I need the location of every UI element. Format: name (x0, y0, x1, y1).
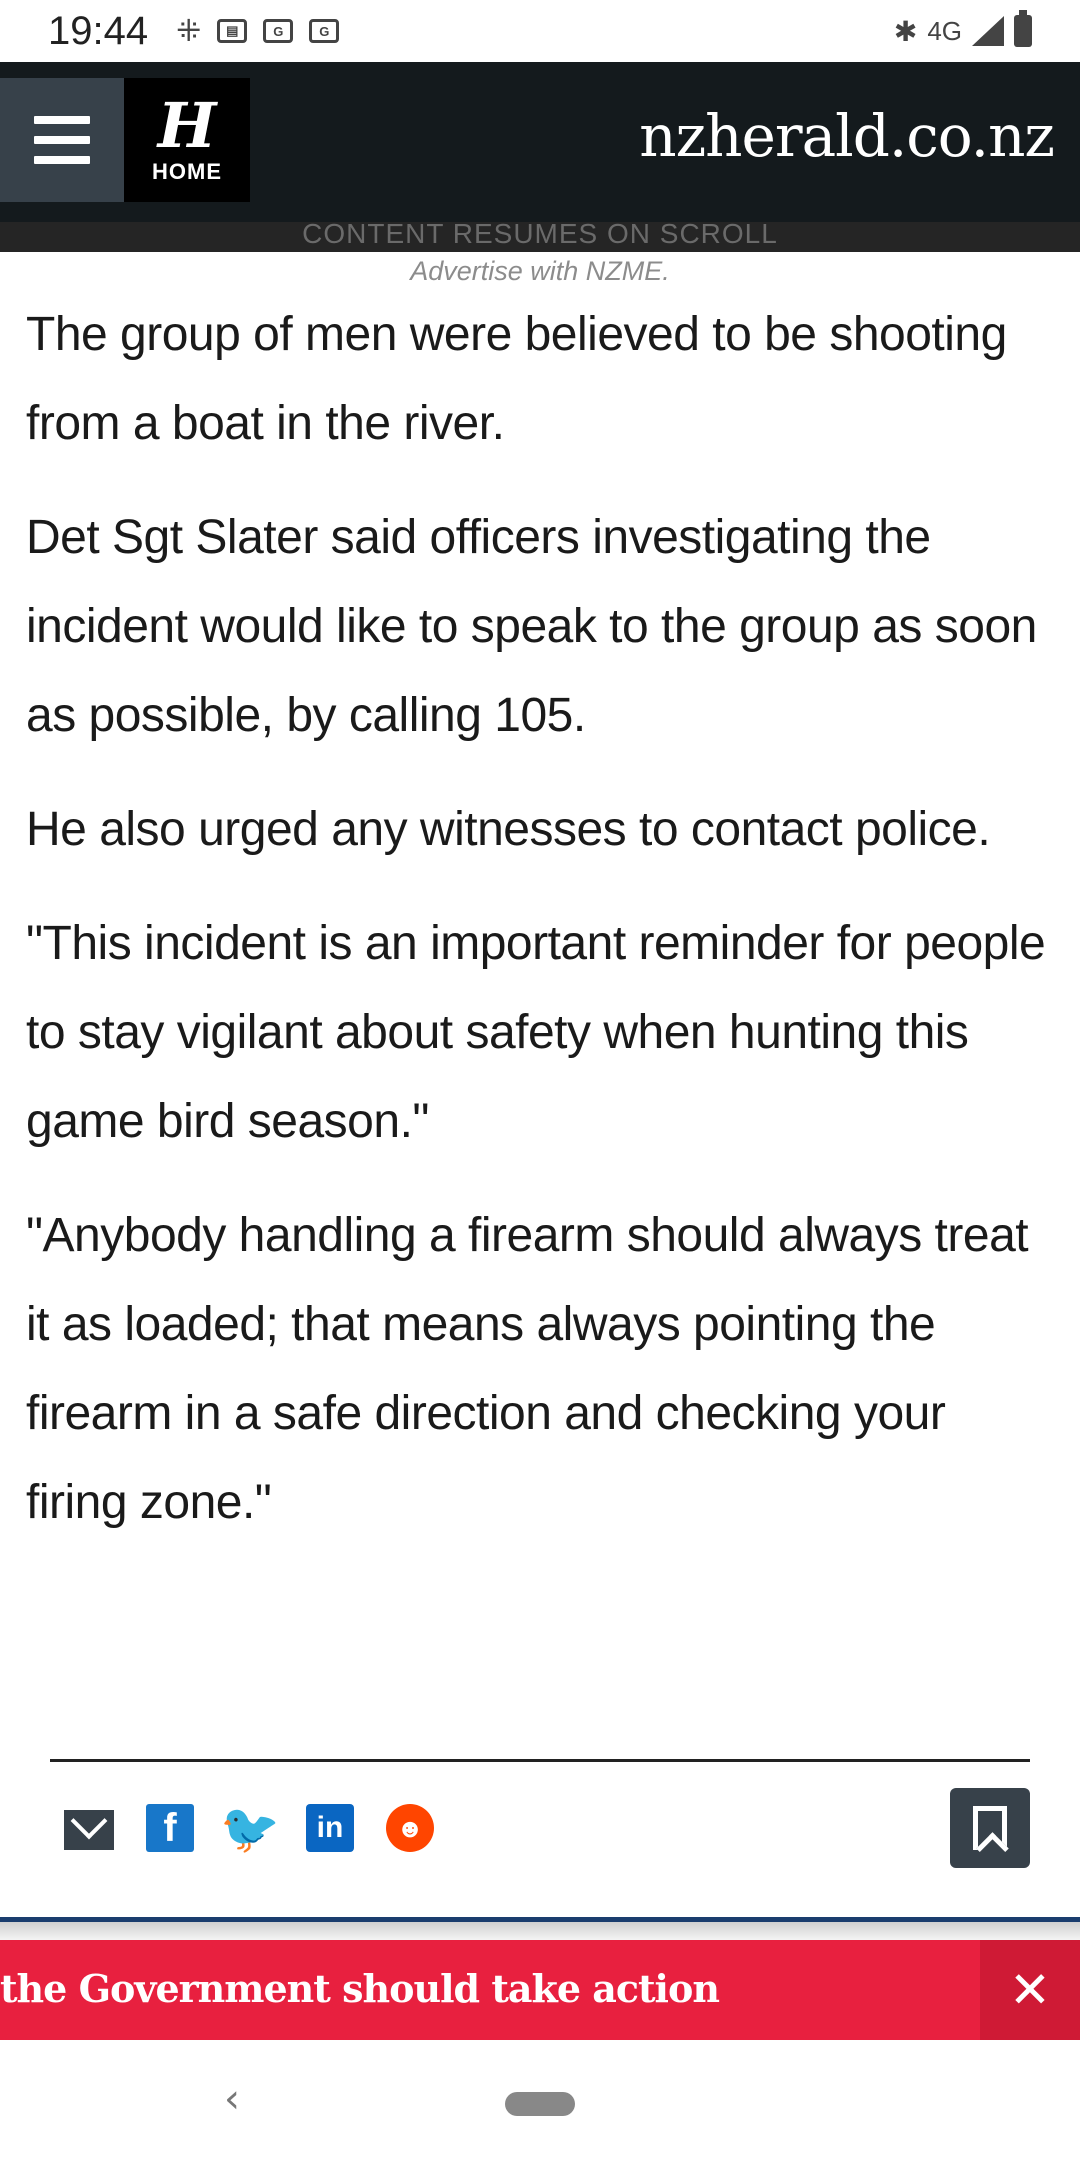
back-icon[interactable]: ‹ (224, 2076, 240, 2122)
hamburger-icon (34, 116, 90, 124)
status-right: ✱ 4G (893, 10, 1032, 48)
banner-text[interactable]: the Government should take action (0, 1966, 720, 2011)
article-paragraph: "This incident is an important reminder … (26, 917, 1046, 1148)
article-body: The group of men were believed to be sho… (26, 290, 1056, 1572)
site-header: H HOME nzherald.co.nz (0, 62, 1080, 222)
article-paragraph: Det Sgt Slater said officers investigati… (26, 511, 1037, 742)
article-paragraph: The group of men were believed to be sho… (26, 308, 1007, 450)
breaking-news-banner[interactable]: the Government should take action ✕ (0, 1940, 1080, 2040)
bookmark-icon (973, 1806, 1007, 1850)
site-name[interactable]: nzherald.co.nz (639, 102, 1055, 170)
battery-icon (1014, 10, 1032, 47)
bookmark-button[interactable] (950, 1788, 1030, 1868)
status-bar: 19:44 ⁜ ▤ G G ✱ 4G (0, 0, 1080, 62)
article-paragraph: "Anybody handling a firearm should alway… (26, 1209, 1029, 1529)
slack-icon: ⁜ (176, 13, 202, 49)
google-news-icon: G (263, 19, 294, 43)
email-icon[interactable] (64, 1810, 114, 1850)
article-paragraph: He also urged any witnesses to contact p… (26, 803, 991, 856)
herald-logo-icon: H (157, 89, 217, 162)
divider-shadow (0, 1922, 1080, 1940)
signal-icon (972, 16, 1004, 46)
hamburger-icon (34, 156, 90, 164)
facebook-icon[interactable]: f (146, 1804, 194, 1852)
share-bar: f 🐦 in ☻ (64, 1800, 1024, 1856)
share-divider (50, 1759, 1030, 1762)
home-label: HOME (152, 159, 222, 184)
advertise-link[interactable]: Advertise with NZME. (0, 256, 1080, 287)
reddit-icon[interactable]: ☻ (386, 1804, 434, 1852)
google-news-icon: G (309, 19, 340, 43)
status-time: 19:44 (48, 8, 149, 53)
ad-strip-text: CONTENT RESUMES ON SCROLL (302, 222, 778, 249)
banner-close-button[interactable]: ✕ (980, 1940, 1080, 2040)
network-type: 4G (927, 15, 962, 46)
close-icon: ✕ (1009, 1961, 1051, 2019)
home-logo-button[interactable]: H HOME (124, 78, 250, 202)
calendar-icon: ▤ (217, 19, 248, 43)
home-pill-icon[interactable] (505, 2092, 575, 2116)
system-nav-bar: ‹ (0, 2040, 1080, 2160)
menu-button[interactable] (0, 78, 124, 202)
hamburger-icon (34, 136, 90, 144)
bluetooth-icon: ✱ (893, 14, 918, 48)
notification-icons: ⁜ ▤ G G (176, 13, 340, 49)
ad-strip: CONTENT RESUMES ON SCROLL (0, 222, 1080, 252)
linkedin-icon[interactable]: in (306, 1804, 354, 1852)
twitter-icon[interactable]: 🐦 (220, 1803, 280, 1856)
